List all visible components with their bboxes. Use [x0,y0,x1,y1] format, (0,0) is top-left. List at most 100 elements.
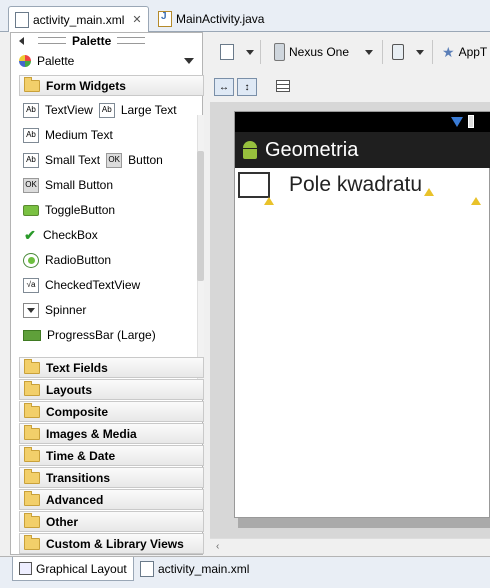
java-file-icon [158,11,172,27]
progressbar-icon [23,329,41,341]
chevron-down-icon[interactable] [184,58,194,64]
category-label: Advanced [46,492,104,507]
palette-scroll-thumb[interactable] [197,151,204,281]
orientation-dropdown[interactable] [392,42,424,62]
warning-icon [264,197,274,205]
device-label: Nexus One [289,45,350,59]
folder-icon [24,402,40,418]
widget-button[interactable]: Button [128,153,163,167]
folder-icon [24,380,40,396]
tab-main-activity-java[interactable]: MainActivity.java [152,6,270,32]
widget-small-text[interactable]: Small Text [45,153,100,167]
palette-item[interactable]: OK Small Button [23,174,113,196]
category-advanced[interactable]: Advanced [19,489,204,510]
layout-content: Pole kwadratu [235,168,490,518]
tab-graphical-layout[interactable]: Graphical Layout [12,557,134,581]
edit-text-widget[interactable] [238,172,270,198]
category-label: Composite [46,404,109,419]
folder-icon [24,490,40,506]
configuration-dropdown[interactable] [220,42,254,62]
category-images-media[interactable]: Images & Media [19,423,204,444]
palette-item[interactable]: Spinner [23,299,86,321]
category-transitions[interactable]: Transitions [19,467,204,488]
table-icon[interactable] [276,80,290,92]
layout-file-icon [220,44,234,60]
pole-kwadratu-label[interactable]: Pole kwadratu [289,173,422,197]
close-icon[interactable]: ✕ [132,13,141,26]
tab-xml-source[interactable]: activity_main.xml [134,557,255,581]
android-icon [241,141,259,159]
category-label: Layouts [46,382,93,397]
palette-item[interactable]: ToggleButton [23,199,115,221]
category-label: Images & Media [46,426,137,441]
palette-selector[interactable]: Palette [15,51,200,71]
widget-checkedtextview: CheckedTextView [45,278,141,292]
toggle-icon [23,204,39,216]
layout-icon [19,562,32,575]
zoom-toolbar: ↔ ↕ [210,74,490,102]
layout-toolbar: Nexus One ★ AppT [210,32,490,72]
category-label: Custom & Library Views [46,536,184,551]
widget-togglebutton: ToggleButton [45,203,116,217]
toolbar-separator [260,40,261,64]
editor-tab-bar: activity_main.xml ✕ MainActivity.java [0,0,490,32]
category-custom-library-views[interactable]: Custom & Library Views [19,533,204,554]
widget-large-text[interactable]: Large Text [121,103,177,117]
scroll-left-icon[interactable]: ‹ [216,541,219,552]
spinner-icon [23,302,39,318]
tab-activity-main-xml[interactable]: activity_main.xml ✕ [8,6,149,32]
folder-icon [24,424,40,440]
toolbar-separator [382,40,383,64]
category-form-widgets[interactable]: Form Widgets [19,75,204,96]
category-composite[interactable]: Composite [19,401,204,422]
battery-icon [468,115,474,128]
palette-title: Palette [72,33,112,48]
fit-width-button[interactable]: ↔ [214,78,234,96]
button-icon: OK [23,177,39,193]
folder-icon [24,468,40,484]
widget-textview[interactable]: TextView [45,103,93,117]
category-text-fields[interactable]: Text Fields [19,357,204,378]
widget-progressbar-large: ProgressBar (Large) [47,328,156,342]
folder-icon [24,534,40,550]
warning-icon [424,188,434,196]
xml-file-icon [15,11,29,28]
palette-item[interactable]: RadioButton [23,249,111,271]
category-other[interactable]: Other [19,511,204,532]
category-label: Transitions [46,470,111,485]
wifi-icon [451,117,463,127]
category-label: Form Widgets [46,78,126,93]
palette-item[interactable]: ProgressBar (Large) [23,324,156,346]
palette-item[interactable]: ✔ CheckBox [23,224,98,246]
status-bar [235,112,490,132]
textview-icon: Ab [98,102,115,118]
device-dropdown[interactable]: Nexus One [274,42,374,62]
palette-row: Ab TextView Ab Large Text [23,99,177,121]
open-folder-icon [24,76,40,92]
palette-icon [19,55,31,67]
checkbox-icon: ✔ [23,227,37,243]
chevron-down-icon [246,49,254,55]
chevron-down-icon [416,49,424,55]
theme-dropdown[interactable]: ★ AppT [442,42,487,62]
theme-label: AppT [458,45,488,59]
collapse-left-icon[interactable] [19,36,24,45]
palette-header: Palette [11,33,202,48]
canvas-horizontal-scrollbar[interactable]: ‹ [210,538,490,552]
textview-icon: Ab [23,152,39,168]
palette-item[interactable]: √a CheckedTextView [23,274,140,296]
fit-height-button[interactable]: ↕ [237,78,257,96]
app-title: Geometria [265,138,359,161]
category-layouts[interactable]: Layouts [19,379,204,400]
folder-icon [24,446,40,462]
widget-radiobutton: RadioButton [45,253,112,267]
star-icon: ★ [442,43,455,60]
tab-label: Graphical Layout [36,561,127,576]
category-time-date[interactable]: Time & Date [19,445,204,466]
palette-item[interactable]: Ab Medium Text [23,124,113,146]
chevron-down-icon [365,49,374,55]
category-label: Other [46,514,79,529]
action-bar: Geometria [235,132,490,168]
category-label: Text Fields [46,360,108,375]
grip-icon [38,37,66,44]
